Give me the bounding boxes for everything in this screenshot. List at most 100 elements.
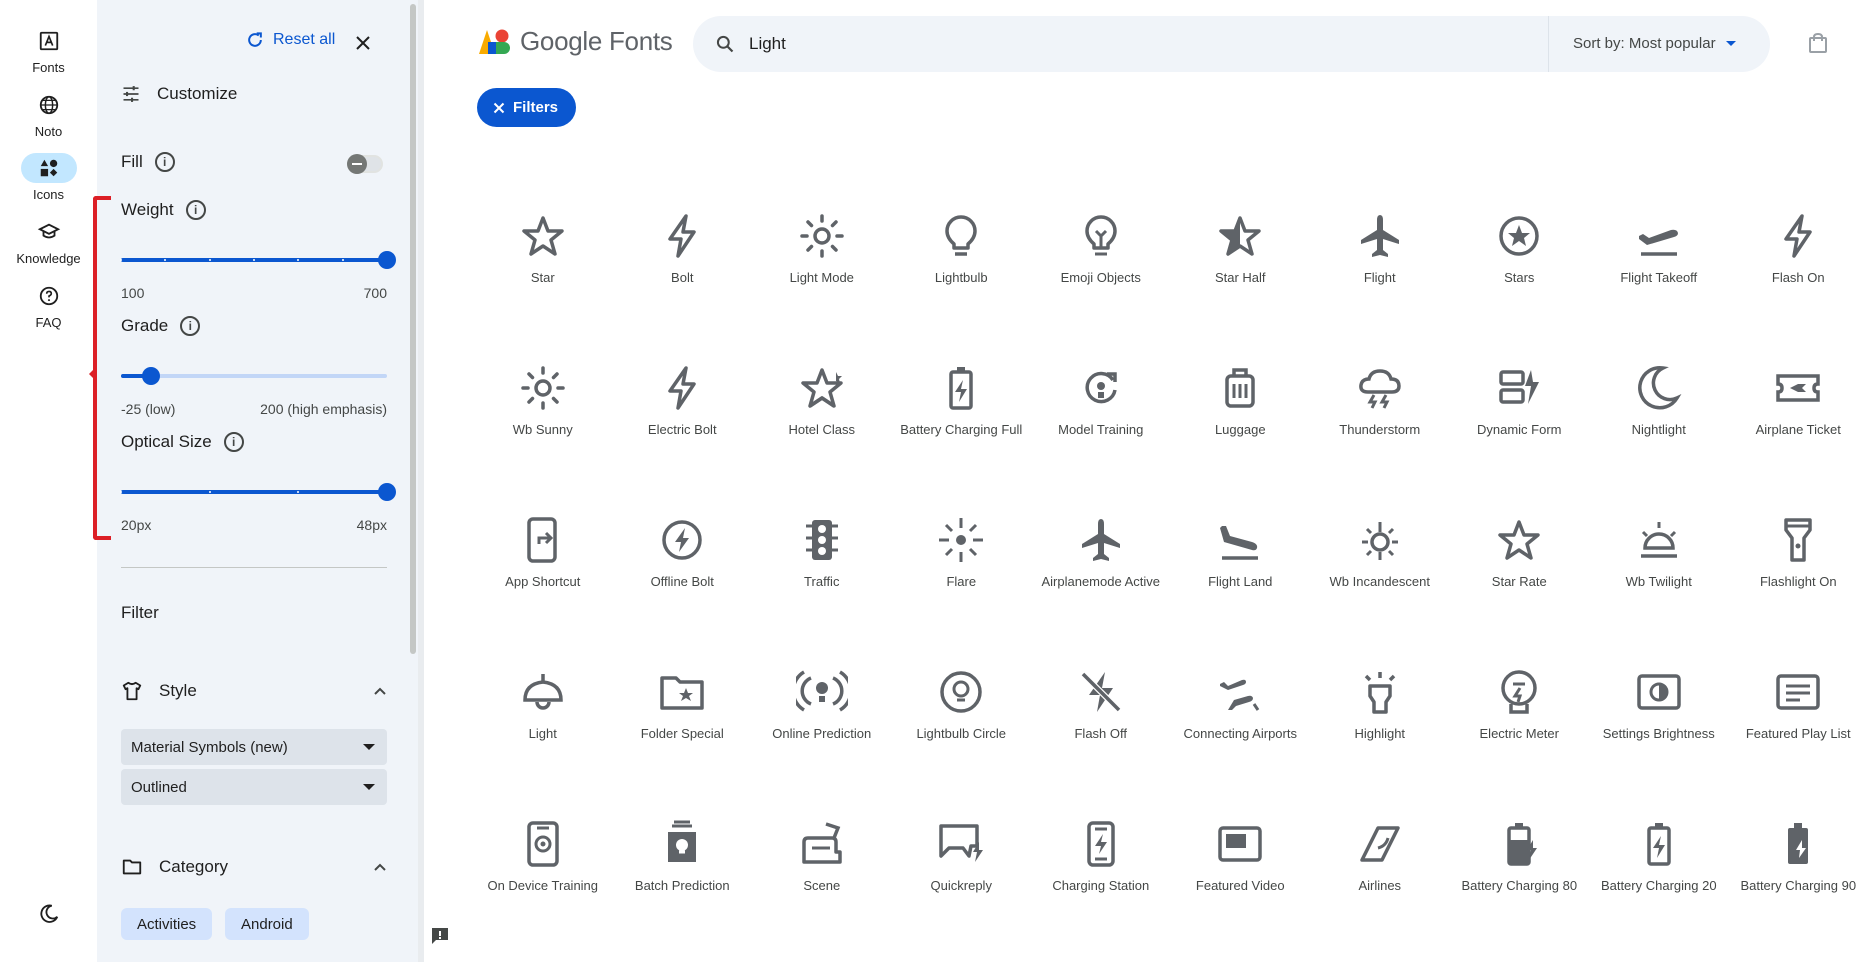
style-variant-select[interactable]: Outlined (121, 769, 387, 805)
icon-tile-light[interactable]: Light (473, 666, 613, 818)
sort-dropdown[interactable]: Sort by: Most popular (1573, 35, 1736, 52)
icon-tile-star[interactable]: Star (473, 210, 613, 362)
dark-mode-toggle[interactable] (33, 898, 65, 930)
rail-item-faq[interactable]: FAQ (0, 281, 97, 330)
icon-name: Airlines (1358, 878, 1402, 893)
slider-thumb[interactable] (141, 367, 160, 385)
info-icon[interactable]: i (154, 152, 175, 172)
icon-tile-dynamic-form[interactable]: Dynamic Form (1450, 362, 1590, 514)
icon-tile-lightbulb[interactable]: Lightbulb (892, 210, 1032, 362)
icon-tile-airlines[interactable]: Airlines (1310, 818, 1450, 970)
icon-tile-wb-incandescent[interactable]: Wb Incandescent (1310, 514, 1450, 666)
shopping-bag-button[interactable] (1808, 32, 1828, 59)
icon-tile-featured-video[interactable]: Featured Video (1171, 818, 1311, 970)
icon-tile-hotel-class[interactable]: Hotel Class (752, 362, 892, 514)
style-family-select[interactable]: Material Symbols (new) (121, 729, 387, 765)
weight-slider[interactable] (120, 250, 396, 270)
slider-thumb[interactable] (378, 483, 396, 501)
optical-size-slider[interactable] (120, 482, 396, 502)
icon-name: Quickreply (930, 878, 992, 893)
rail-item-noto[interactable]: Noto (0, 90, 97, 139)
icon-tile-settings-brightness[interactable]: Settings Brightness (1589, 666, 1729, 818)
featured-play-list-icon (1772, 666, 1824, 718)
filters-button[interactable]: Filters (477, 88, 577, 127)
icon-tile-offline-bolt[interactable]: Offline Bolt (613, 514, 753, 666)
on-device-training-icon (517, 818, 569, 870)
close-panel-button[interactable] (350, 30, 376, 56)
icon-tile-scene[interactable]: Scene (752, 818, 892, 970)
category-chip-activities[interactable]: Activities (121, 908, 213, 940)
icon-tile-light-mode[interactable]: Light Mode (752, 210, 892, 362)
category-chip-android[interactable]: Android (225, 908, 309, 940)
icon-tile-thunderstorm[interactable]: Thunderstorm (1310, 362, 1450, 514)
icon-tile-featured-play-list[interactable]: Featured Play List (1729, 666, 1869, 818)
icon-tile-battery-charging-80[interactable]: Battery Charging 80 (1450, 818, 1590, 970)
fill-toggle[interactable] (347, 154, 383, 174)
icon-name: Battery Charging 90 (1740, 878, 1857, 893)
star-rate-icon (1493, 514, 1545, 566)
icon-tile-nightlight[interactable]: Nightlight (1589, 362, 1729, 514)
icon-tile-flash-off[interactable]: Flash Off (1031, 666, 1171, 818)
reset-all-button[interactable]: Reset all (245, 30, 335, 50)
icon-name: Star (530, 270, 555, 285)
icon-tile-flight-land[interactable]: Flight Land (1171, 514, 1311, 666)
icon-tile-flash-on[interactable]: Flash On (1729, 210, 1869, 362)
icon-tile-model-training[interactable]: Model Training (1031, 362, 1171, 514)
icon-tile-online-prediction[interactable]: Online Prediction (752, 666, 892, 818)
feedback-button[interactable] (430, 926, 450, 951)
icon-tile-star-half[interactable]: Star Half (1171, 210, 1311, 362)
icon-tile-wb-sunny[interactable]: Wb Sunny (473, 362, 613, 514)
icon-tile-battery-charging-full[interactable]: Battery Charging Full (892, 362, 1032, 514)
icon-tile-emoji-objects[interactable]: Emoji Objects (1031, 210, 1171, 362)
icon-name: Model Training (1058, 422, 1144, 437)
icon-tile-charging-station[interactable]: Charging Station (1031, 818, 1171, 970)
globe-icon (21, 90, 77, 120)
grade-range: -25 (low) 200 (high emphasis) (121, 401, 387, 417)
icon-name: Electric Meter (1479, 726, 1559, 741)
slider-fill (121, 490, 387, 494)
icon-tile-luggage[interactable]: Luggage (1171, 362, 1311, 514)
info-icon[interactable]: i (185, 200, 206, 220)
icon-tile-bolt[interactable]: Bolt (613, 210, 753, 362)
category-section-toggle[interactable]: Category (121, 856, 387, 878)
search-input[interactable] (749, 26, 1529, 62)
google-fonts-logo[interactable]: Google Fonts (478, 26, 673, 57)
icon-tile-lightbulb-circle[interactable]: Lightbulb Circle (892, 666, 1032, 818)
icon-tile-flight-takeoff[interactable]: Flight Takeoff (1589, 210, 1729, 362)
icon-tile-airplanemode-active[interactable]: Airplanemode Active (1031, 514, 1171, 666)
icon-tile-traffic[interactable]: Traffic (752, 514, 892, 666)
close-icon (493, 102, 505, 113)
icon-tile-battery-charging-90[interactable]: Battery Charging 90 (1729, 818, 1869, 970)
icon-tile-electric-bolt[interactable]: Electric Bolt (613, 362, 753, 514)
icon-tile-on-device-training[interactable]: On Device Training (473, 818, 613, 970)
icon-name: Luggage (1214, 422, 1266, 437)
icon-tile-wb-twilight[interactable]: Wb Twilight (1589, 514, 1729, 666)
icon-tile-highlight[interactable]: Highlight (1310, 666, 1450, 818)
panel-divider (121, 567, 387, 568)
icon-tile-airplane-ticket[interactable]: Airplane Ticket (1729, 362, 1869, 514)
slider-thumb[interactable] (378, 251, 396, 269)
search-icon (716, 35, 734, 53)
icon-tile-batch-prediction[interactable]: Batch Prediction (613, 818, 753, 970)
bolt-icon (656, 210, 708, 262)
grade-slider[interactable] (121, 366, 387, 386)
highlight-icon (1354, 666, 1406, 718)
panel-scrollbar[interactable] (410, 4, 416, 654)
icon-tile-flashlight-on[interactable]: Flashlight On (1729, 514, 1869, 666)
rail-item-icons[interactable]: Icons (0, 153, 97, 202)
icon-tile-folder-special[interactable]: Folder Special (613, 666, 753, 818)
icon-tile-quickreply[interactable]: Quickreply (892, 818, 1032, 970)
rail-item-knowledge[interactable]: Knowledge (0, 217, 97, 266)
info-icon[interactable]: i (180, 316, 201, 336)
style-section-toggle[interactable]: Style (121, 680, 387, 702)
icon-tile-electric-meter[interactable]: Electric Meter (1450, 666, 1590, 818)
icon-tile-connecting-airports[interactable]: Connecting Airports (1171, 666, 1311, 818)
icon-tile-app-shortcut[interactable]: App Shortcut (473, 514, 613, 666)
icon-tile-battery-charging-20[interactable]: Battery Charging 20 (1589, 818, 1729, 970)
icon-tile-star-rate[interactable]: Star Rate (1450, 514, 1590, 666)
icon-tile-flare[interactable]: Flare (892, 514, 1032, 666)
rail-item-fonts[interactable]: Fonts (0, 26, 97, 75)
icon-tile-flight[interactable]: Flight (1310, 210, 1450, 362)
icon-tile-stars[interactable]: Stars (1450, 210, 1590, 362)
info-icon[interactable]: i (223, 432, 244, 452)
